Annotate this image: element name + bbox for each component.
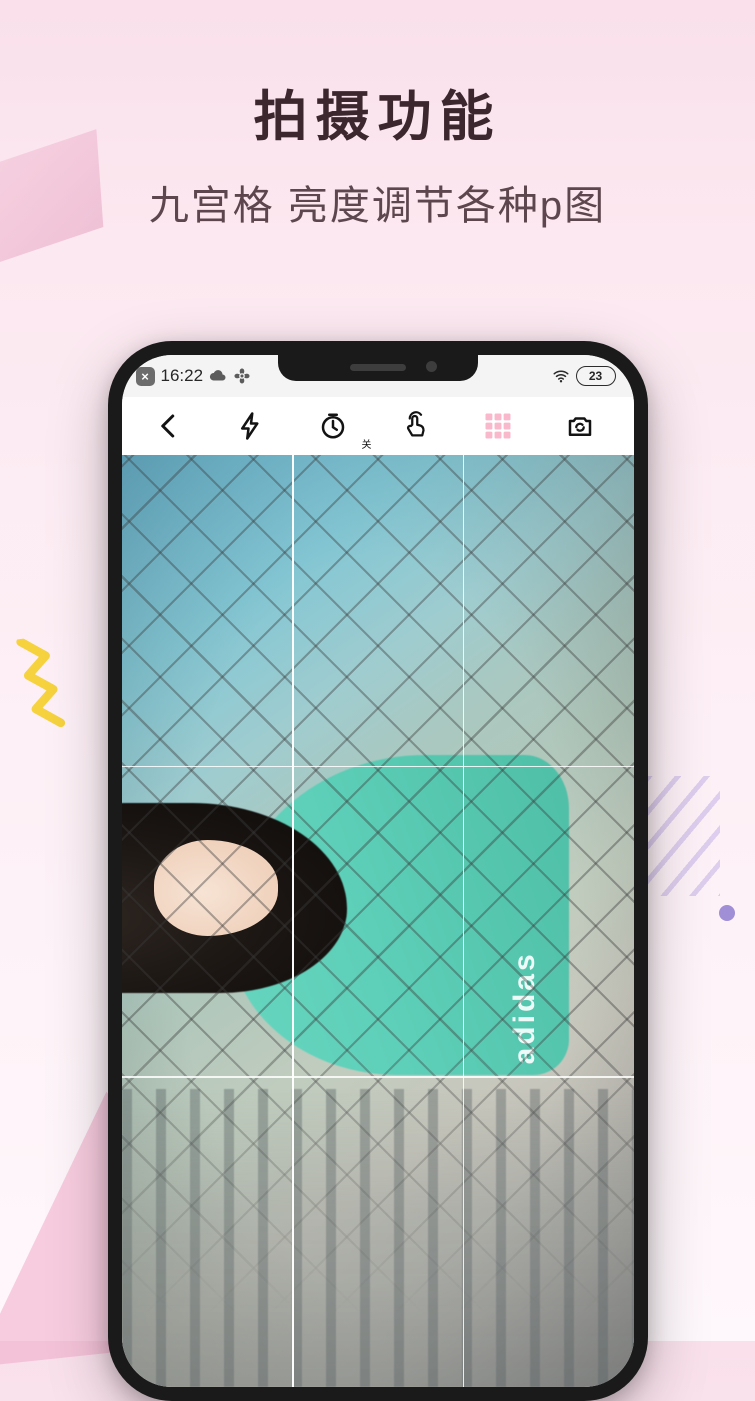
status-time: 16:22 <box>161 366 204 386</box>
battery-indicator: 23 <box>576 366 616 386</box>
battery-text: 23 <box>589 369 602 383</box>
chevron-left-icon <box>154 411 184 441</box>
flash-button[interactable] <box>210 397 292 455</box>
cloud-icon <box>209 367 227 385</box>
timer-tag: 关 <box>360 441 372 451</box>
phone-body: × 16:22 23 <box>108 341 648 1401</box>
promo-subtitle: 九宫格 亮度调节各种p图 <box>0 173 755 231</box>
status-left: × 16:22 <box>136 366 252 386</box>
status-right: 23 <box>552 366 616 386</box>
promo-headings: 拍摄功能 九宫格 亮度调节各种p图 <box>0 0 755 231</box>
scene-fence <box>122 455 634 1387</box>
grid-icon <box>483 411 513 441</box>
fan-icon <box>233 367 251 385</box>
back-button[interactable] <box>128 397 210 455</box>
timer-icon <box>318 411 348 441</box>
switch-camera-icon <box>565 411 595 441</box>
flash-icon <box>236 411 266 441</box>
decor-zigzag <box>11 631 95 745</box>
camera-viewfinder[interactable]: adidas <box>122 455 634 1387</box>
close-badge-icon: × <box>136 367 155 386</box>
touch-shutter-button[interactable] <box>374 397 456 455</box>
timer-button[interactable]: 关 <box>292 397 374 455</box>
phone-mockup: × 16:22 23 <box>108 341 648 1401</box>
promo-title: 拍摄功能 <box>0 72 755 151</box>
decor-dot-purple <box>719 905 735 921</box>
switch-camera-button[interactable] <box>539 397 621 455</box>
wifi-icon <box>552 367 570 385</box>
phone-notch <box>278 355 478 381</box>
grid-toggle-button[interactable] <box>457 397 539 455</box>
camera-toolbar: 关 <box>122 397 634 455</box>
phone-screen: × 16:22 23 <box>122 355 634 1387</box>
touch-icon <box>401 411 431 441</box>
